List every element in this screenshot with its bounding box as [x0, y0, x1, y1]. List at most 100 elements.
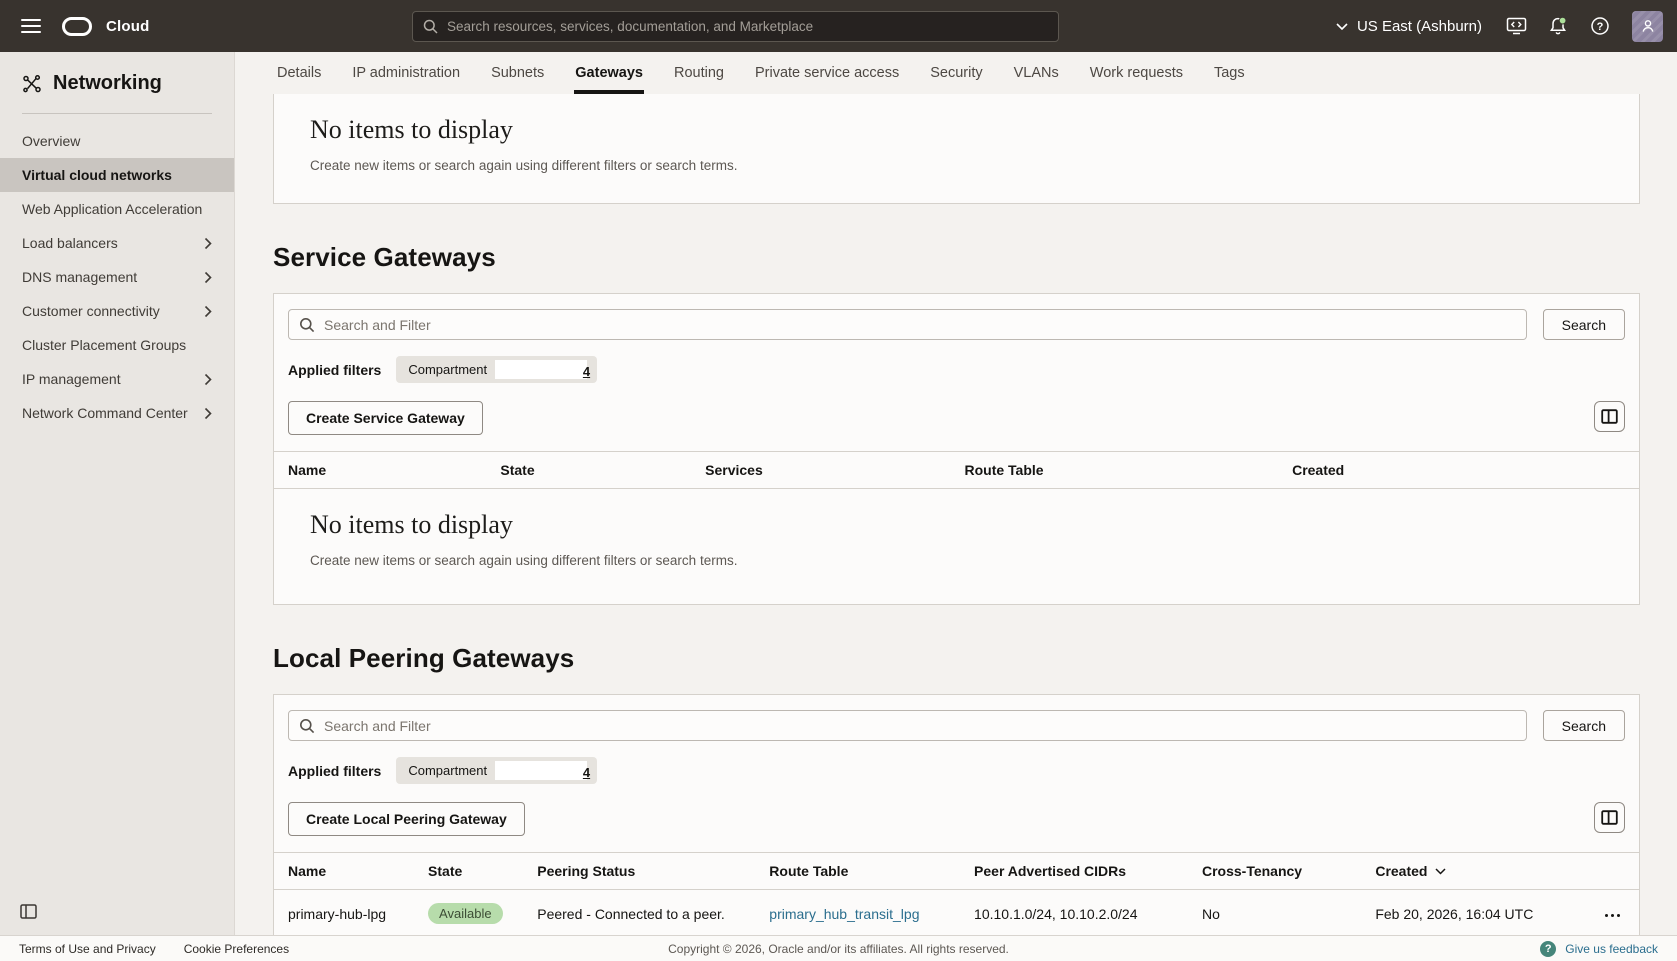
- oracle-logo: [62, 17, 92, 36]
- tab-work-requests[interactable]: Work requests: [1089, 52, 1184, 94]
- chevron-right-icon: [204, 305, 212, 318]
- page-footer: Terms of Use and Privacy Cookie Preferen…: [0, 935, 1677, 961]
- sidebar-title: Networking: [53, 72, 162, 95]
- tab-gateways[interactable]: Gateways: [574, 52, 644, 94]
- cell-name: primary-hub-lpg: [274, 890, 420, 936]
- global-search-input[interactable]: [447, 19, 1048, 34]
- route-table-link[interactable]: primary_hub_transit_lpg: [769, 906, 919, 922]
- create-service-gateway-button[interactable]: Create Service Gateway: [288, 401, 483, 435]
- user-avatar[interactable]: [1632, 11, 1663, 42]
- sidebar-item-dns-management[interactable]: DNS management: [0, 260, 234, 294]
- cell-cross-tenancy: No: [1194, 890, 1367, 936]
- empty-state-title: No items to display: [310, 115, 1603, 145]
- main-content: Details IP administration Subnets Gatewa…: [235, 52, 1677, 935]
- global-search[interactable]: [412, 11, 1059, 42]
- sidebar-nav: Overview Virtual cloud networks Web Appl…: [0, 124, 234, 430]
- sidebar-item-customer-connectivity[interactable]: Customer connectivity: [0, 294, 234, 328]
- column-header-created: Created: [1284, 452, 1639, 489]
- lpg-search-button[interactable]: Search: [1543, 710, 1625, 741]
- sg-search-input[interactable]: [324, 317, 1516, 333]
- sg-empty-state-title: No items to display: [310, 510, 1603, 540]
- cloud-shell-icon[interactable]: [1498, 8, 1534, 44]
- sidebar-item-network-command-center[interactable]: Network Command Center: [0, 396, 234, 430]
- chevron-right-icon: [204, 271, 212, 284]
- tab-private-service-access[interactable]: Private service access: [754, 52, 900, 94]
- local-peering-gateways-panel: Search Applied filters Compartment 4 Cre…: [273, 694, 1640, 935]
- column-header-peering-status: Peering Status: [529, 853, 761, 890]
- lpg-search-filter[interactable]: [288, 710, 1527, 741]
- networking-icon: [22, 74, 42, 94]
- tab-security[interactable]: Security: [929, 52, 983, 94]
- cookie-preferences-link[interactable]: Cookie Preferences: [184, 942, 289, 956]
- redaction-mask: 4: [495, 761, 587, 780]
- lpg-filter-count: 4: [583, 765, 590, 780]
- column-header-state: State: [492, 452, 697, 489]
- sg-search-filter[interactable]: [288, 309, 1527, 340]
- empty-state-subtitle: Create new items or search again using d…: [310, 158, 1603, 173]
- local-peering-gateways-table: Name State Peering Status Route Table Pe…: [274, 852, 1639, 935]
- create-local-peering-gateway-button[interactable]: Create Local Peering Gateway: [288, 802, 525, 836]
- help-icon[interactable]: ?: [1582, 8, 1618, 44]
- column-header-name: Name: [274, 853, 420, 890]
- sg-compartment-filter-chip[interactable]: Compartment 4: [396, 356, 597, 383]
- row-actions-menu-icon[interactable]: [1601, 908, 1624, 923]
- sidebar-item-cluster-placement-groups[interactable]: Cluster Placement Groups: [0, 328, 234, 362]
- column-header-created[interactable]: Created: [1367, 853, 1592, 890]
- top-bar: Cloud US East (Ashburn) ?: [0, 0, 1677, 52]
- column-header-name: Name: [274, 452, 492, 489]
- lpg-search-input[interactable]: [324, 718, 1516, 734]
- tab-details[interactable]: Details: [276, 52, 322, 94]
- svg-text:?: ?: [1597, 21, 1604, 33]
- column-header-state: State: [420, 853, 529, 890]
- terms-link[interactable]: Terms of Use and Privacy: [19, 942, 156, 956]
- lpg-compartment-filter-chip[interactable]: Compartment 4: [396, 757, 597, 784]
- brand-label: Cloud: [106, 18, 150, 35]
- tab-subnets[interactable]: Subnets: [490, 52, 545, 94]
- search-icon: [299, 718, 315, 734]
- tab-tags[interactable]: Tags: [1213, 52, 1246, 94]
- sidebar-item-load-balancers[interactable]: Load balancers: [0, 226, 234, 260]
- sg-empty-state-subtitle: Create new items or search again using d…: [310, 553, 1603, 568]
- region-selector[interactable]: US East (Ashburn): [1326, 12, 1492, 41]
- table-header-row: Name State Services Route Table Created: [274, 452, 1639, 489]
- tab-vlans[interactable]: VLANs: [1013, 52, 1060, 94]
- sidebar-item-virtual-cloud-networks[interactable]: Virtual cloud networks: [0, 158, 234, 192]
- cell-peer-cidrs: 10.10.1.0/24, 10.10.2.0/24: [966, 890, 1194, 936]
- search-icon: [299, 317, 315, 333]
- table-header-row: Name State Peering Status Route Table Pe…: [274, 853, 1639, 890]
- tab-bar: Details IP administration Subnets Gatewa…: [235, 52, 1677, 94]
- local-peering-gateways-title: Local Peering Gateways: [273, 643, 1640, 674]
- service-gateways-table: Name State Services Route Table Created: [274, 451, 1639, 489]
- hamburger-menu-icon[interactable]: [14, 9, 48, 43]
- sg-search-button[interactable]: Search: [1543, 309, 1625, 340]
- sidebar-item-web-application-acceleration[interactable]: Web Application Acceleration: [0, 192, 234, 226]
- status-badge: Available: [428, 903, 503, 924]
- copyright-text: Copyright © 2026, Oracle and/or its affi…: [668, 942, 1009, 956]
- tab-routing[interactable]: Routing: [673, 52, 725, 94]
- table-row: primary-hub-lpg Available Peered - Conne…: [274, 890, 1639, 936]
- sidebar-item-ip-management[interactable]: IP management: [0, 362, 234, 396]
- cell-created: Feb 20, 2026, 16:04 UTC: [1367, 890, 1592, 936]
- lpg-column-settings-icon[interactable]: [1594, 802, 1625, 833]
- sg-column-settings-icon[interactable]: [1594, 401, 1625, 432]
- sg-filter-count: 4: [583, 364, 590, 379]
- column-header-services: Services: [697, 452, 956, 489]
- previous-gateways-empty-panel: No items to display Create new items or …: [273, 94, 1640, 204]
- column-header-cross-tenancy: Cross-Tenancy: [1194, 853, 1367, 890]
- search-icon: [423, 19, 438, 34]
- column-header-peer-advertised-cidrs: Peer Advertised CIDRs: [966, 853, 1194, 890]
- cell-peering-status: Peered - Connected to a peer.: [529, 890, 761, 936]
- lpg-applied-filters-label: Applied filters: [288, 763, 381, 779]
- feedback-help-icon: ?: [1540, 941, 1556, 957]
- notifications-bell-icon[interactable]: [1540, 8, 1576, 44]
- give-feedback-link[interactable]: Give us feedback: [1565, 942, 1658, 956]
- chevron-right-icon: [204, 237, 212, 250]
- chevron-right-icon: [204, 373, 212, 386]
- collapse-sidebar-icon[interactable]: [16, 900, 41, 923]
- sg-applied-filters-label: Applied filters: [288, 362, 381, 378]
- content-scroll-area[interactable]: No items to display Create new items or …: [235, 94, 1677, 935]
- redaction-mask: 4: [495, 360, 587, 379]
- service-gateways-title: Service Gateways: [273, 242, 1640, 273]
- tab-ip-administration[interactable]: IP administration: [351, 52, 461, 94]
- sidebar-item-overview[interactable]: Overview: [0, 124, 234, 158]
